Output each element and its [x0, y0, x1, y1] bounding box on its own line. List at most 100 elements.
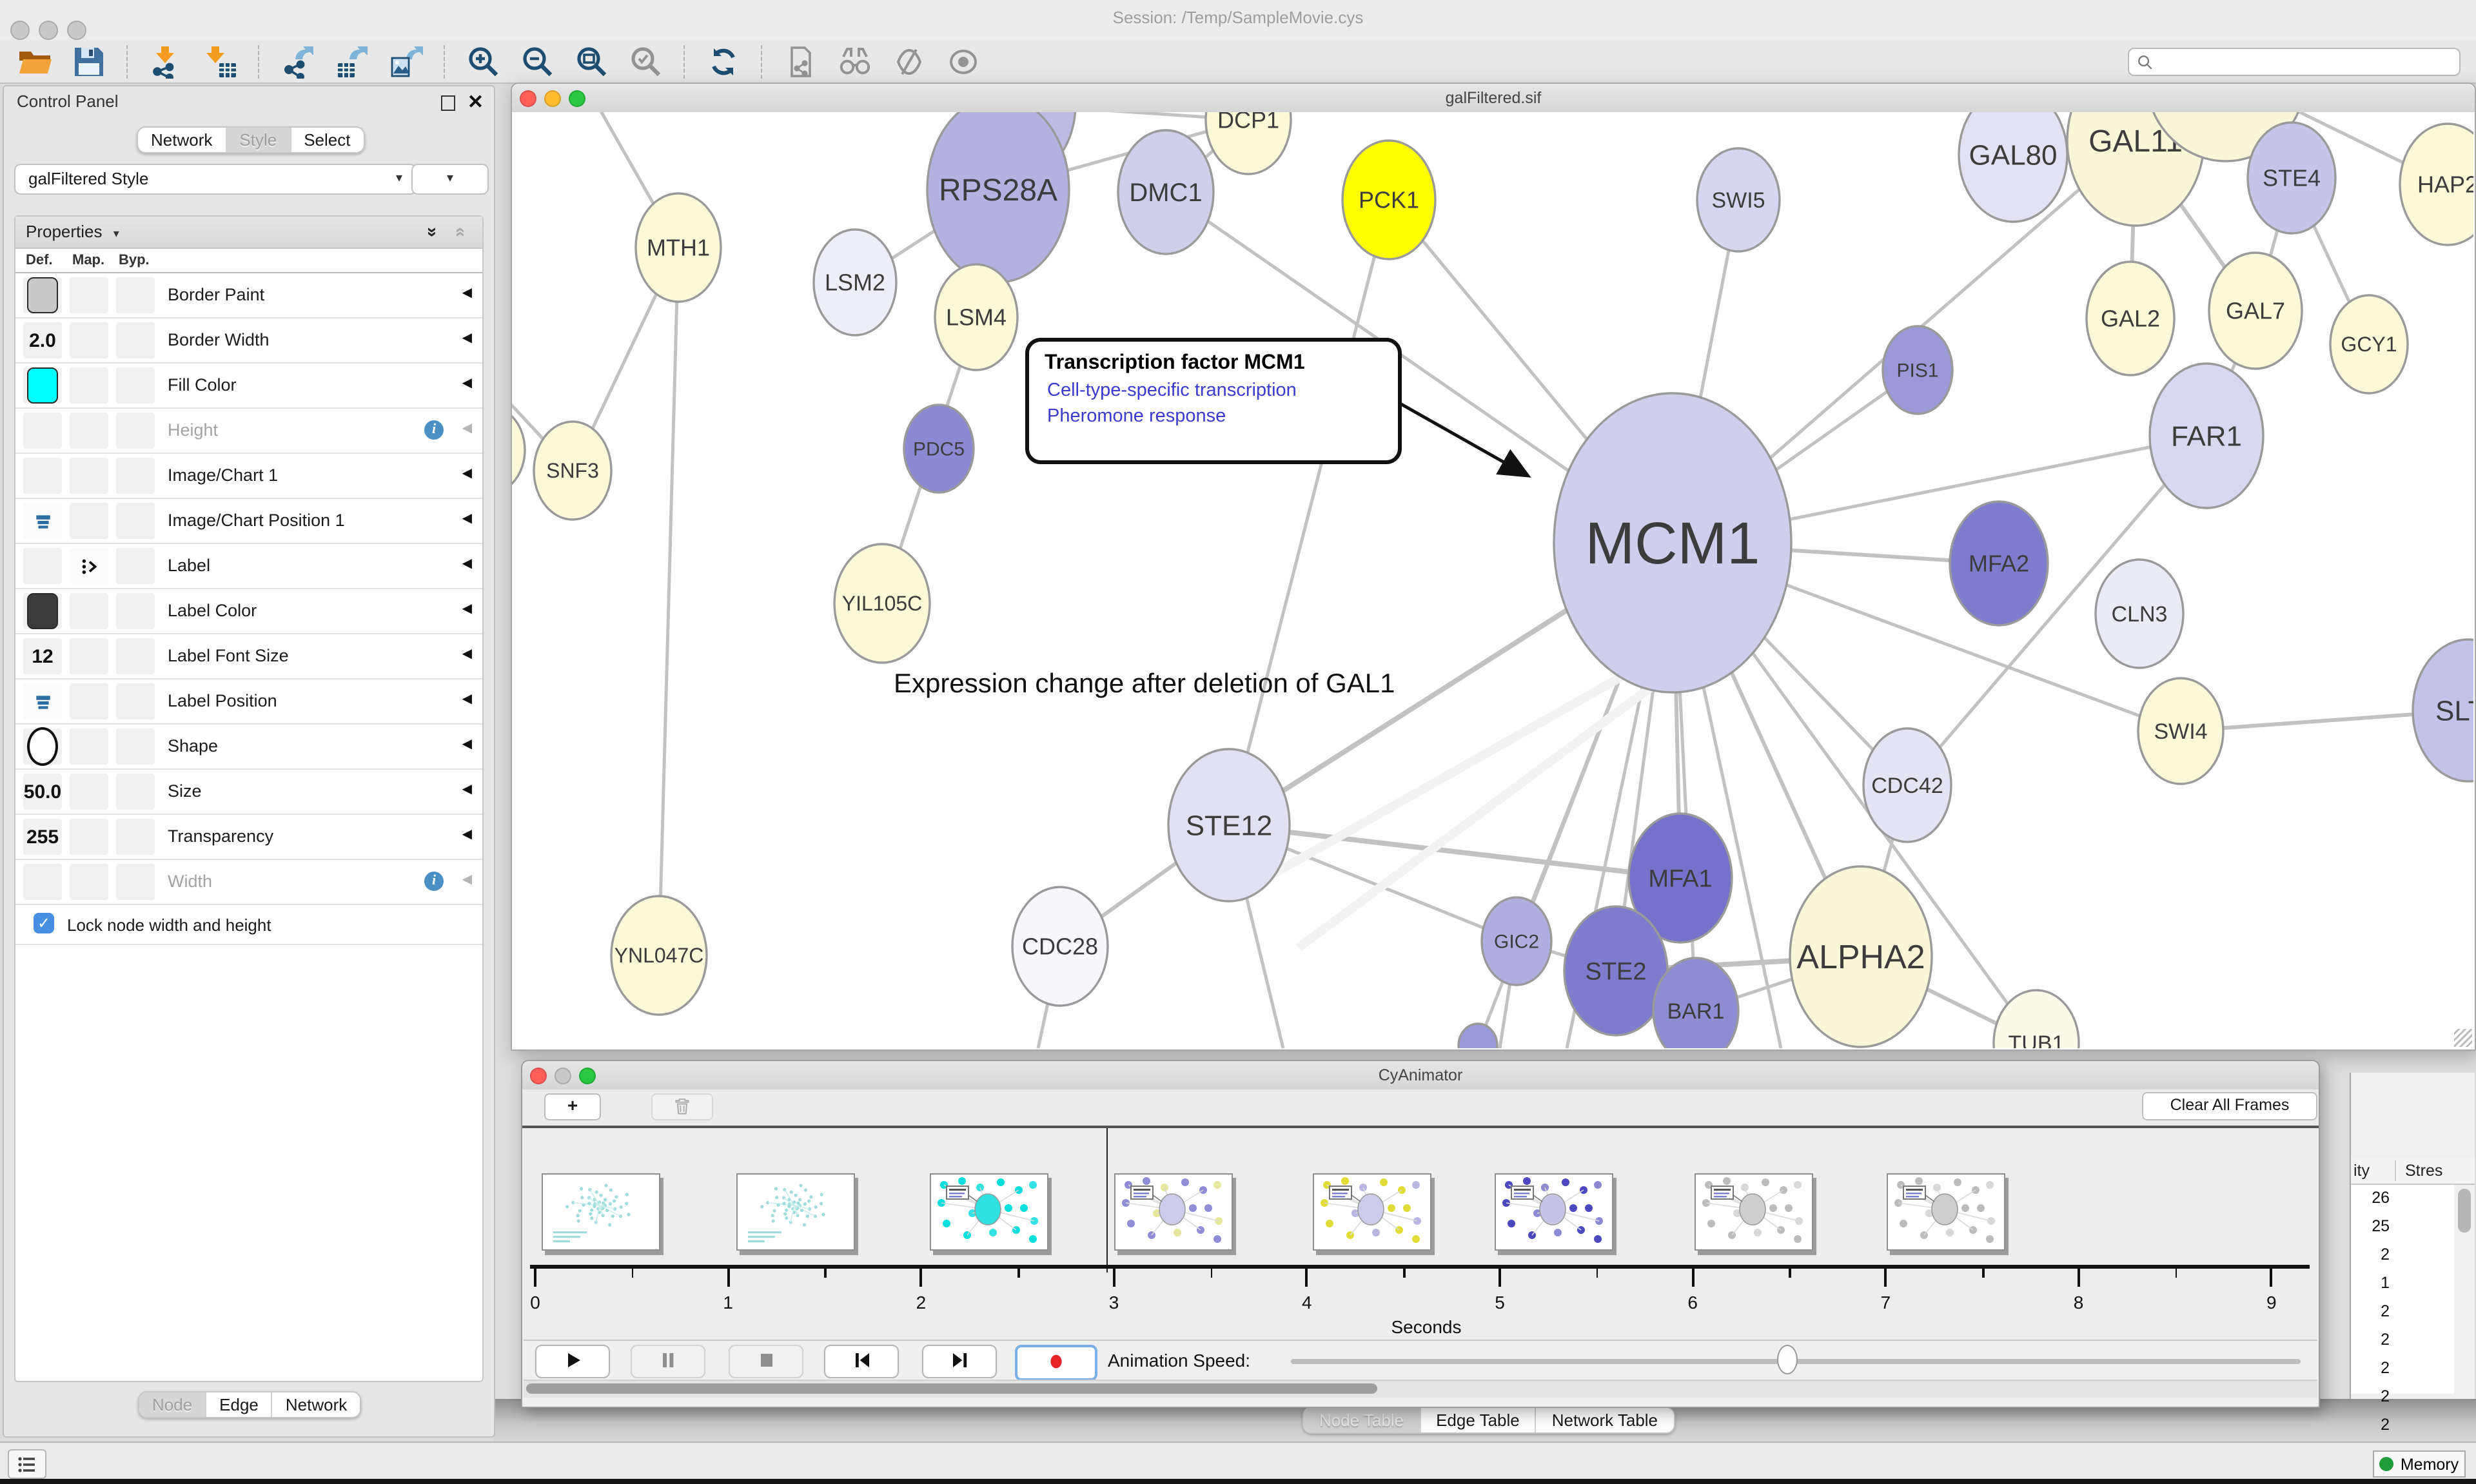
property-row-size[interactable]: 50.0Size◀: [15, 770, 482, 815]
table-scrollbar[interactable]: [2458, 1189, 2471, 1343]
annotation-link[interactable]: Pheromone response: [1047, 404, 1398, 429]
property-c2-cell[interactable]: [70, 503, 108, 539]
property-row-border-width[interactable]: 2.0Border Width◀: [15, 318, 482, 364]
property-c1-cell[interactable]: 2.0: [23, 322, 62, 358]
tab-node-table[interactable]: Node Table: [1304, 1408, 1420, 1432]
property-c2-cell[interactable]: [70, 728, 108, 765]
property-c1-cell[interactable]: [23, 548, 62, 584]
expand-row-icon[interactable]: ◀: [462, 467, 472, 481]
tab-network[interactable]: Network: [138, 128, 226, 152]
properties-header[interactable]: Properties ▾ » «: [15, 217, 482, 249]
annotation-box[interactable]: Transcription factor MCM1 Cell-type-spec…: [1025, 338, 1402, 464]
save-session-icon[interactable]: [72, 44, 106, 78]
frame-thumbnail-5[interactable]: [1495, 1173, 1613, 1251]
property-c1-cell[interactable]: [23, 367, 62, 404]
style-options-button[interactable]: ▾: [411, 164, 489, 195]
expand-row-icon[interactable]: ◀: [462, 286, 472, 300]
play-button[interactable]: [535, 1345, 610, 1378]
property-c3-cell[interactable]: [116, 864, 155, 900]
property-c1-cell[interactable]: [23, 683, 62, 719]
zoom-in-icon[interactable]: [467, 44, 500, 78]
export-table-icon[interactable]: [335, 44, 369, 78]
expand-row-icon[interactable]: ◀: [462, 873, 472, 887]
annotation-link[interactable]: Cell-type-specific transcription: [1047, 379, 1398, 404]
info-icon[interactable]: i: [424, 872, 444, 891]
expand-row-icon[interactable]: ◀: [462, 557, 472, 571]
tab-style[interactable]: Style: [226, 128, 291, 152]
collapse-all-icon[interactable]: «: [446, 227, 477, 237]
import-network-icon[interactable]: [150, 44, 183, 78]
property-row-border-paint[interactable]: Border Paint◀: [15, 273, 482, 318]
property-c3-cell[interactable]: [116, 322, 155, 358]
property-c2-cell[interactable]: [70, 593, 108, 629]
zoom-out-icon[interactable]: [521, 44, 555, 78]
expand-row-icon[interactable]: ◀: [462, 647, 472, 661]
property-c3-cell[interactable]: [116, 728, 155, 765]
property-c1-cell[interactable]: 255: [23, 819, 62, 855]
expand-row-icon[interactable]: ◀: [462, 692, 472, 707]
cyanimator-titlebar[interactable]: CyAnimator: [522, 1061, 2319, 1091]
property-c1-cell[interactable]: [23, 503, 62, 539]
expand-row-icon[interactable]: ◀: [462, 783, 472, 797]
property-c3-cell[interactable]: [116, 548, 155, 584]
frame-thumbnail-0[interactable]: [542, 1173, 660, 1251]
property-c2-cell[interactable]: [70, 819, 108, 855]
property-c3-cell[interactable]: [116, 774, 155, 810]
property-c2-cell[interactable]: [70, 458, 108, 494]
property-c1-cell[interactable]: [23, 728, 62, 765]
lock-checkbox[interactable]: ✓: [34, 913, 54, 933]
property-c3-cell[interactable]: [116, 367, 155, 404]
skip-start-button[interactable]: [824, 1345, 899, 1378]
property-c3-cell[interactable]: [116, 458, 155, 494]
resize-grip[interactable]: [2454, 1029, 2472, 1047]
property-c1-cell[interactable]: [23, 458, 62, 494]
frame-thumbnail-2[interactable]: [930, 1173, 1048, 1251]
open-session-icon[interactable]: [18, 44, 52, 78]
frame-thumbnail-3[interactable]: [1114, 1173, 1233, 1251]
property-row-shape[interactable]: Shape◀: [15, 725, 482, 770]
skip-end-button[interactable]: [922, 1345, 997, 1378]
property-c2-cell[interactable]: [70, 413, 108, 449]
import-table-icon[interactable]: [204, 44, 237, 78]
timeline-scrollbar[interactable]: [524, 1380, 2317, 1398]
expand-row-icon[interactable]: ◀: [462, 512, 472, 526]
refresh-layout-icon[interactable]: [707, 44, 740, 78]
property-c3-cell[interactable]: [116, 503, 155, 539]
property-row-height[interactable]: Heighti◀: [15, 409, 482, 454]
property-c2-cell[interactable]: [70, 683, 108, 719]
memory-button[interactable]: Memory: [2373, 1450, 2466, 1478]
property-row-label-color[interactable]: Label Color◀: [15, 589, 482, 634]
network-window-titlebar[interactable]: galFiltered.sif: [512, 84, 2475, 113]
frame-thumbnail-7[interactable]: [1887, 1173, 2005, 1251]
frame-thumbnail-4[interactable]: [1313, 1173, 1431, 1251]
property-c1-cell[interactable]: [23, 864, 62, 900]
tab-network-table[interactable]: Network Table: [1537, 1408, 1673, 1432]
tab-edge[interactable]: Edge: [206, 1392, 273, 1417]
caption-annotation[interactable]: Expression change after deletion of GAL1: [894, 669, 1395, 700]
zoom-fit-icon[interactable]: [575, 44, 609, 78]
frame-thumbnail-6[interactable]: [1695, 1173, 1813, 1251]
tab-edge-table[interactable]: Edge Table: [1420, 1408, 1537, 1432]
property-row-transparency[interactable]: 255Transparency◀: [15, 815, 482, 860]
property-c3-cell[interactable]: [116, 683, 155, 719]
property-c3-cell[interactable]: [116, 819, 155, 855]
property-c1-cell[interactable]: [23, 593, 62, 629]
speed-slider-thumb[interactable]: [1776, 1345, 1797, 1374]
property-c2-cell[interactable]: [70, 322, 108, 358]
property-row-label-font-size[interactable]: 12Label Font Size◀: [15, 634, 482, 679]
tab-network[interactable]: Network: [273, 1392, 360, 1417]
style-selector[interactable]: galFiltered Style▾: [14, 164, 417, 195]
info-icon[interactable]: i: [424, 420, 444, 440]
expand-row-icon[interactable]: ◀: [462, 422, 472, 436]
property-c1-cell[interactable]: 50.0: [23, 774, 62, 810]
property-c3-cell[interactable]: [116, 277, 155, 313]
property-row-label[interactable]: Label◀: [15, 544, 482, 589]
expand-row-icon[interactable]: ◀: [462, 737, 472, 752]
property-c2-cell[interactable]: [70, 367, 108, 404]
expand-row-icon[interactable]: ◀: [462, 602, 472, 616]
property-row-image-chart-1[interactable]: Image/Chart 1◀: [15, 454, 482, 499]
property-c2-cell[interactable]: [70, 774, 108, 810]
add-frame-button[interactable]: +: [544, 1093, 601, 1120]
property-c3-cell[interactable]: [116, 593, 155, 629]
property-row-fill-color[interactable]: Fill Color◀: [15, 364, 482, 409]
